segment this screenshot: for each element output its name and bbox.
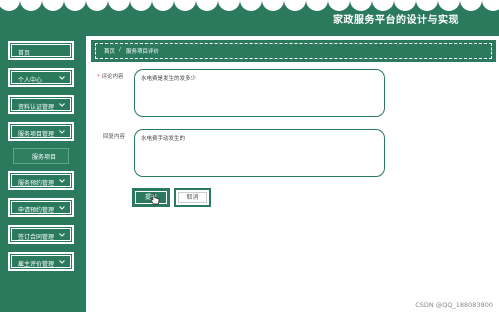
comment-label: * 评论内容 xyxy=(97,72,124,80)
comment-textarea[interactable]: 水电费是发生的发多少 xyxy=(134,69,385,117)
sidebar-item-label: 个人中心 xyxy=(18,77,43,84)
breadcrumb-current: 服务项目评价 xyxy=(126,49,160,55)
sidebar-item-label: 申请预约管理 xyxy=(18,207,55,214)
sidebar-subitem-service[interactable]: 服务项目 xyxy=(13,148,69,164)
chevron-down-icon xyxy=(59,179,65,183)
breadcrumb-home-link[interactable]: 首页 xyxy=(104,47,115,55)
hand-cursor-icon xyxy=(150,193,160,205)
sidebar-item-label: 服务项目管理 xyxy=(18,131,55,138)
sidebar-item-apply-booking[interactable]: 申请预约管理 xyxy=(8,198,74,217)
chevron-down-icon xyxy=(59,233,65,237)
sidebar: 首页 个人中心 资料认证管理 服务项目管理 服务项目 服务预约管理 申请预约管理… xyxy=(0,36,86,312)
sidebar-item-employer-review[interactable]: 雇主评价管理 xyxy=(8,252,74,271)
sidebar-item-label: 资料认证管理 xyxy=(18,104,55,111)
chevron-down-icon xyxy=(59,206,65,210)
chevron-down-icon xyxy=(59,260,65,264)
chevron-down-icon xyxy=(59,103,65,107)
app-header: 家政服务平台的设计与实现 xyxy=(0,0,499,36)
app-title: 家政服务平台的设计与实现 xyxy=(333,15,459,26)
chevron-down-icon xyxy=(59,130,65,134)
sidebar-item-booking[interactable]: 服务预约管理 xyxy=(8,171,74,190)
sidebar-item-service-items[interactable]: 服务项目管理 xyxy=(8,122,74,141)
chevron-down-icon xyxy=(59,76,65,80)
sidebar-item-label: 雇主评价管理 xyxy=(18,261,55,268)
sidebar-item-contract[interactable]: 签订合同管理 xyxy=(8,225,74,244)
sidebar-item-profile[interactable]: 个人中心 xyxy=(8,68,74,87)
sidebar-item-verification[interactable]: 资料认证管理 xyxy=(8,95,74,114)
sidebar-item-home[interactable]: 首页 xyxy=(8,41,74,60)
comment-label-text: 评论内容 xyxy=(101,74,124,80)
watermark: CSDN @QQ_188083800 xyxy=(415,301,493,309)
required-mark: * xyxy=(97,74,100,80)
sidebar-item-label: 签订合同管理 xyxy=(18,234,55,241)
reply-textarea[interactable]: 水电费手动发生的 xyxy=(134,129,385,177)
sidebar-subitem-label: 服务项目 xyxy=(32,154,57,161)
sidebar-item-label: 服务预约管理 xyxy=(18,180,55,187)
breadcrumb: 首页 / 服务项目评价 xyxy=(91,40,496,62)
reply-label: 回复内容 xyxy=(103,134,126,140)
cancel-button[interactable]: 取消 xyxy=(174,188,211,207)
breadcrumb-separator: / xyxy=(119,47,121,53)
sidebar-item-label: 首页 xyxy=(18,50,31,57)
